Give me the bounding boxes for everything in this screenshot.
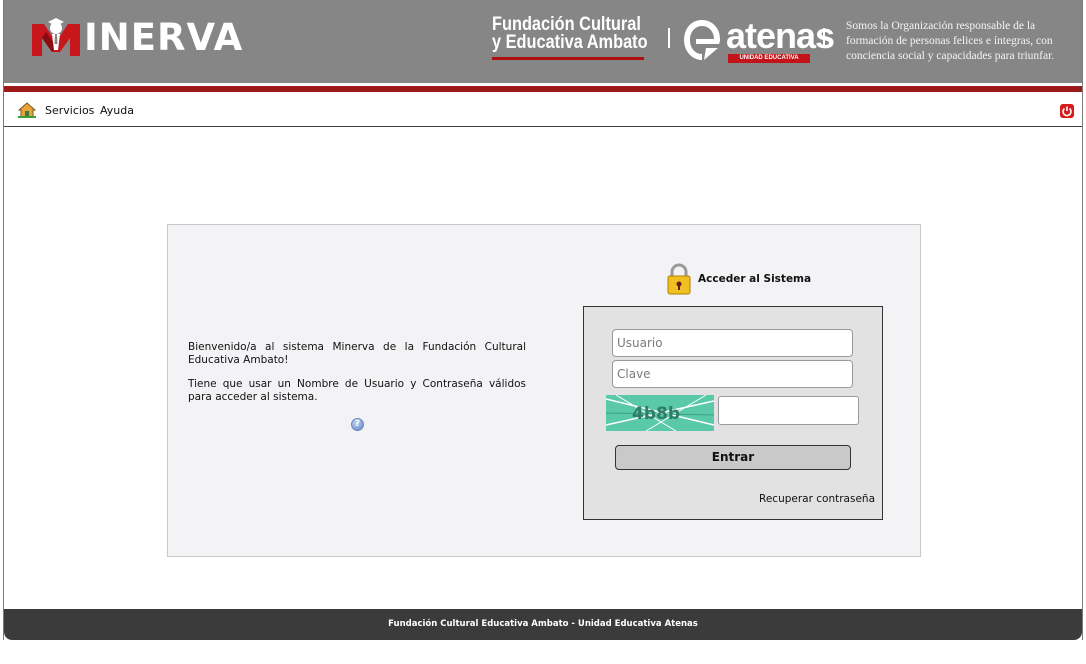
welcome-paragraph-2: Tiene que usar un Nombre de Usuario y Co… [188,378,526,403]
captcha-text: 4b8b [632,404,680,424]
login-button[interactable]: Entrar [615,445,851,470]
captcha-input[interactable] [718,396,859,425]
menu-item-servicios[interactable]: Servicios [45,104,94,117]
login-box: 4b8b Entrar Recuperar contraseña [583,306,883,520]
welcome-text: Bienvenido/a al sistema Minerva de la Fu… [188,341,526,415]
tagline: Somos la Organización responsable de la … [846,20,1055,62]
site-footer: Fundación Cultural Educativa Ambato - Un… [4,609,1082,640]
menu-bar: Servicios Ayuda [4,92,1082,127]
password-input[interactable] [612,360,853,388]
power-icon[interactable] [1060,104,1074,118]
menu-item-ayuda[interactable]: Ayuda [100,104,134,117]
site-header: INERVA Fundación Cultural y Educativa Am… [4,0,1082,83]
atenas-badge: UNIDAD EDUCATIVA [728,54,810,63]
app-frame: INERVA Fundación Cultural y Educativa Am… [3,0,1083,640]
atenas-emblem-icon [684,20,720,60]
help-icon[interactable]: ? [351,418,364,431]
logo-text: INERVA [84,16,244,59]
minerva-logo-mark [32,18,80,56]
foundation-title: Fundación Cultural y Educativa Ambato [492,15,673,60]
foundation-underline [492,57,644,60]
lock-icon [667,263,691,295]
recover-password-link[interactable]: Recuperar contraseña [759,493,875,505]
home-icon[interactable] [18,102,36,118]
minerva-logo: INERVA [30,16,243,60]
captcha-image: 4b8b [606,395,714,431]
header-divider [668,28,670,48]
atenas-word: atenas [726,15,835,56]
login-title: Acceder al Sistema [698,273,812,285]
welcome-paragraph-1: Bienvenido/a al sistema Minerva de la Fu… [188,341,526,366]
foundation-line-2: y Educativa Ambato [492,32,648,53]
header-divider [823,28,825,48]
login-panel: Bienvenido/a al sistema Minerva de la Fu… [167,224,921,557]
username-input[interactable] [612,329,853,357]
